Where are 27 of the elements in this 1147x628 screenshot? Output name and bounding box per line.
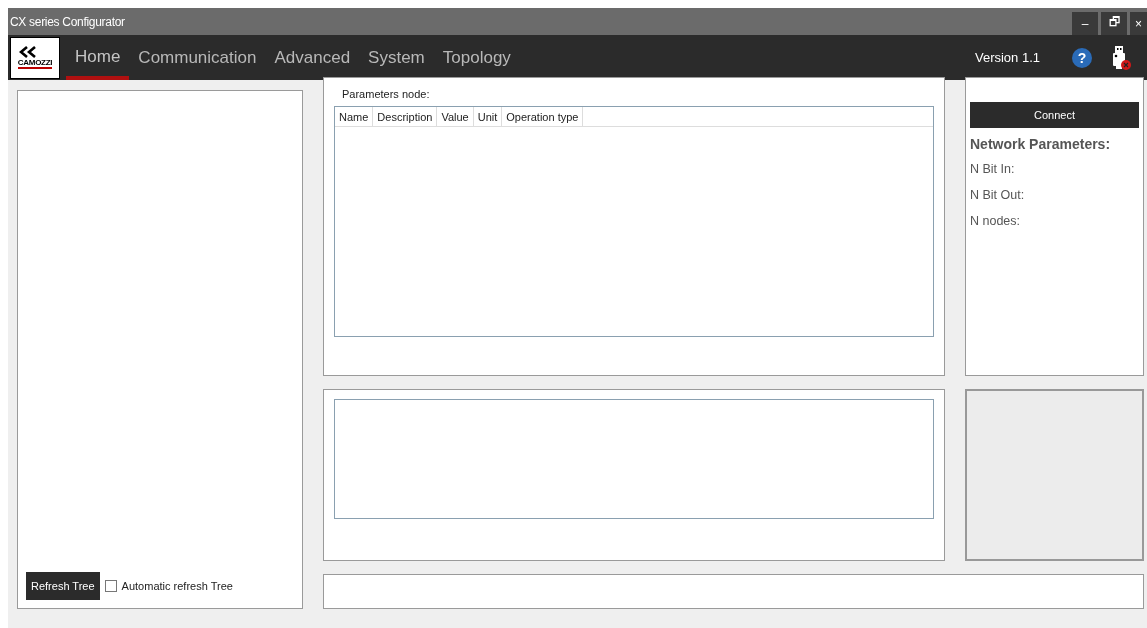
column-header[interactable]: Description — [373, 107, 438, 126]
field-label: N nodes: — [970, 214, 1022, 228]
panel-title: Parameters node: — [341, 87, 430, 102]
close-button[interactable]: × — [1130, 12, 1147, 35]
nav-tab[interactable]: Topology — [433, 35, 520, 80]
logo: CAMOZZI — [10, 36, 60, 79]
nav-tab[interactable]: System — [359, 35, 434, 80]
usb-device-icon[interactable] — [1112, 44, 1132, 71]
connect-button[interactable]: Connect — [970, 102, 1139, 128]
minimize-button[interactable]: – — [1072, 12, 1098, 35]
column-header[interactable]: Value — [437, 107, 474, 126]
checkbox-label: Automatic refresh Tree — [121, 580, 233, 592]
field-label: N Bit In: — [970, 162, 1016, 176]
column-header[interactable]: Unit — [473, 107, 503, 126]
column-header[interactable]: Operation type — [502, 107, 584, 126]
nav-tab[interactable]: Communication — [129, 35, 266, 80]
refresh-tree-button[interactable]: Refresh Tree — [26, 572, 100, 600]
checkbox[interactable] — [104, 580, 117, 592]
help-button[interactable]: ? — [1072, 47, 1092, 68]
section-title: Network Parameters: — [970, 136, 1112, 152]
version-label: Version 1.1 — [974, 50, 1040, 65]
window-title: CX series Configurator — [9, 14, 126, 29]
logo-mark-icon — [18, 46, 37, 58]
field-label: N Bit Out: — [970, 188, 1026, 202]
column-header[interactable]: Name — [335, 107, 374, 126]
nav-tab[interactable]: Advanced — [265, 35, 360, 80]
restore-button[interactable]: 🗗 — [1101, 12, 1127, 35]
